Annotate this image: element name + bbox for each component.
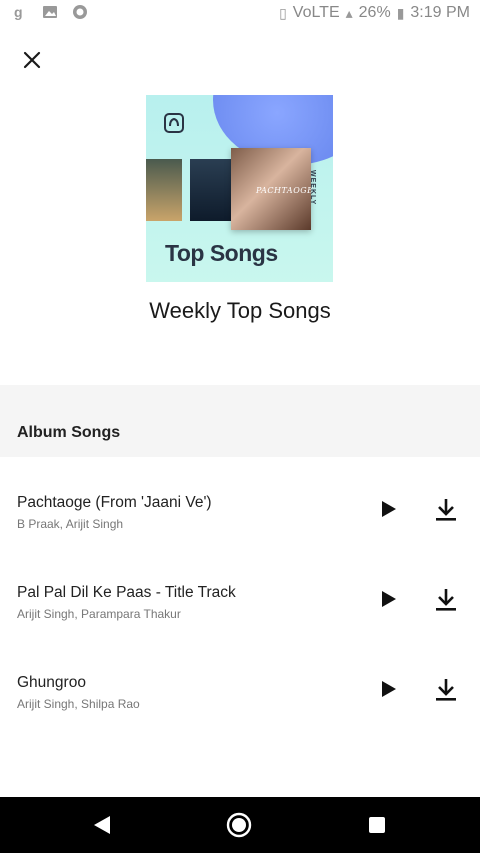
play-icon[interactable] (376, 587, 400, 611)
app-icon (73, 5, 87, 19)
battery-level: 26% (358, 4, 391, 21)
vibrate-icon: ▯ (279, 4, 287, 21)
section-header: Album Songs (0, 385, 480, 457)
play-icon[interactable] (376, 677, 400, 701)
featured-art-text: PACHTAOGE (256, 186, 314, 195)
playlist-cover: PACHTAOGE WEEKLY Top Songs (146, 95, 333, 282)
network-label: VoLTE (292, 4, 340, 21)
close-button[interactable] (18, 46, 46, 74)
weekly-ribbon: WEEKLY (309, 170, 316, 206)
system-status: ▯ VoLTE ▴ 26% ▮ 3:19 PM (279, 4, 470, 22)
image-icon (43, 6, 57, 18)
album-thumbnail (146, 159, 182, 221)
google-icon: g (14, 4, 23, 20)
download-icon[interactable] (432, 586, 460, 614)
close-icon (23, 51, 41, 69)
song-artists: Arijit Singh, Shilpa Rao (17, 697, 140, 711)
cover-title: Top Songs (165, 240, 278, 266)
navigation-bar (0, 797, 480, 853)
clock: 3:19 PM (410, 4, 470, 21)
home-icon[interactable] (226, 812, 252, 838)
song-title: Pachtaoge (From 'Jaani Ve') (17, 494, 212, 511)
svg-text:g: g (14, 4, 23, 20)
download-icon[interactable] (432, 496, 460, 524)
back-icon[interactable] (90, 813, 114, 837)
recents-icon[interactable] (369, 817, 385, 833)
song-row[interactable]: Pachtaoge (From 'Jaani Ve') B Praak, Ari… (0, 467, 480, 557)
song-artists: B Praak, Arijit Singh (17, 517, 124, 531)
featured-album-art: PACHTAOGE (231, 148, 314, 230)
song-title: Pal Pal Dil Ke Paas - Title Track (17, 584, 236, 601)
song-artists: Arijit Singh, Parampara Thakur (17, 607, 181, 621)
jiosaavn-logo-icon (164, 113, 184, 133)
battery-icon: ▮ (396, 4, 405, 21)
play-icon[interactable] (376, 497, 400, 521)
song-row[interactable]: Ghungroo Arijit Singh, Shilpa Rao (0, 647, 480, 737)
download-icon[interactable] (432, 676, 460, 704)
signal-icon: ▴ (345, 4, 353, 21)
song-row[interactable]: Pal Pal Dil Ke Paas - Title Track Arijit… (0, 557, 480, 647)
status-bar: g ▯ VoLTE ▴ 26% ▮ 3:19 PM (0, 0, 480, 28)
notification-icons: g (12, 4, 88, 20)
album-thumbnail (190, 159, 234, 221)
song-title: Ghungroo (17, 674, 86, 691)
section-label: Album Songs (17, 424, 121, 441)
playlist-title: Weekly Top Songs (149, 298, 331, 323)
